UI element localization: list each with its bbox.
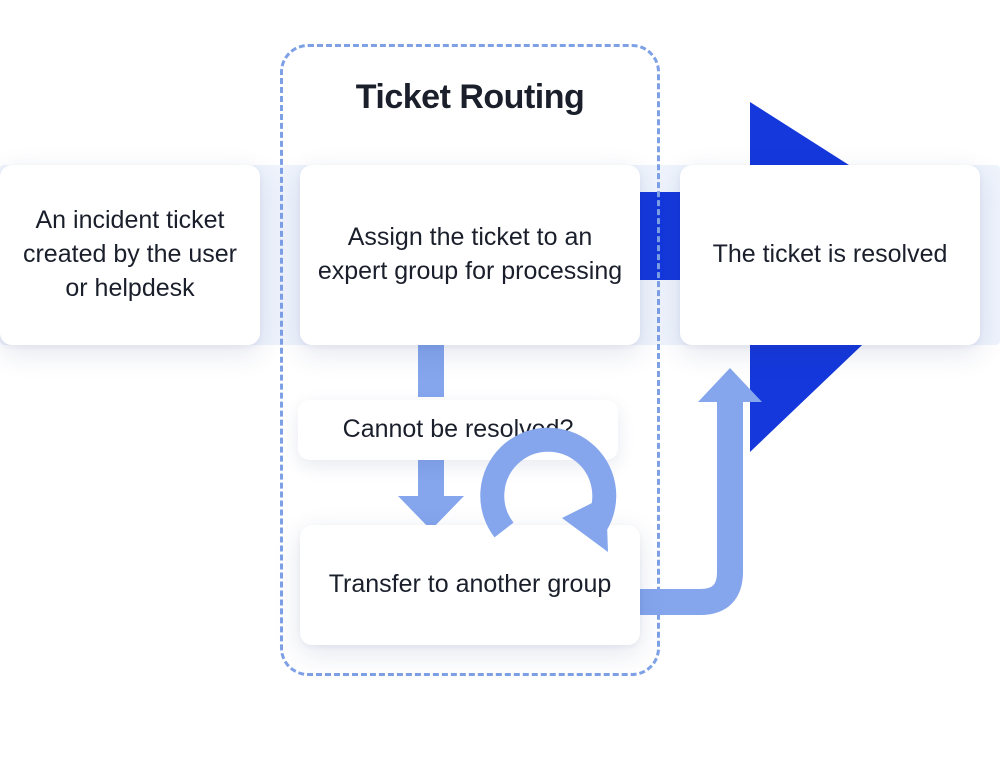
node-transfer: Transfer to another group [300, 525, 640, 645]
ticket-routing-diagram: Ticket Routing An incident ticket create… [0, 0, 1000, 758]
node-incident: An incident ticket created by the user o… [0, 165, 260, 345]
node-cannot-resolve: Cannot be resolved? [298, 400, 618, 460]
diagram-title: Ticket Routing [280, 78, 660, 117]
node-assign: Assign the ticket to an expert group for… [300, 165, 640, 345]
node-cannot-resolve-text: Cannot be resolved? [343, 413, 574, 447]
node-incident-text: An incident ticket created by the user o… [16, 204, 244, 305]
node-assign-text: Assign the ticket to an expert group for… [316, 221, 624, 289]
node-transfer-text: Transfer to another group [329, 568, 612, 602]
node-resolved: The ticket is resolved [680, 165, 980, 345]
node-resolved-text: The ticket is resolved [713, 238, 948, 272]
